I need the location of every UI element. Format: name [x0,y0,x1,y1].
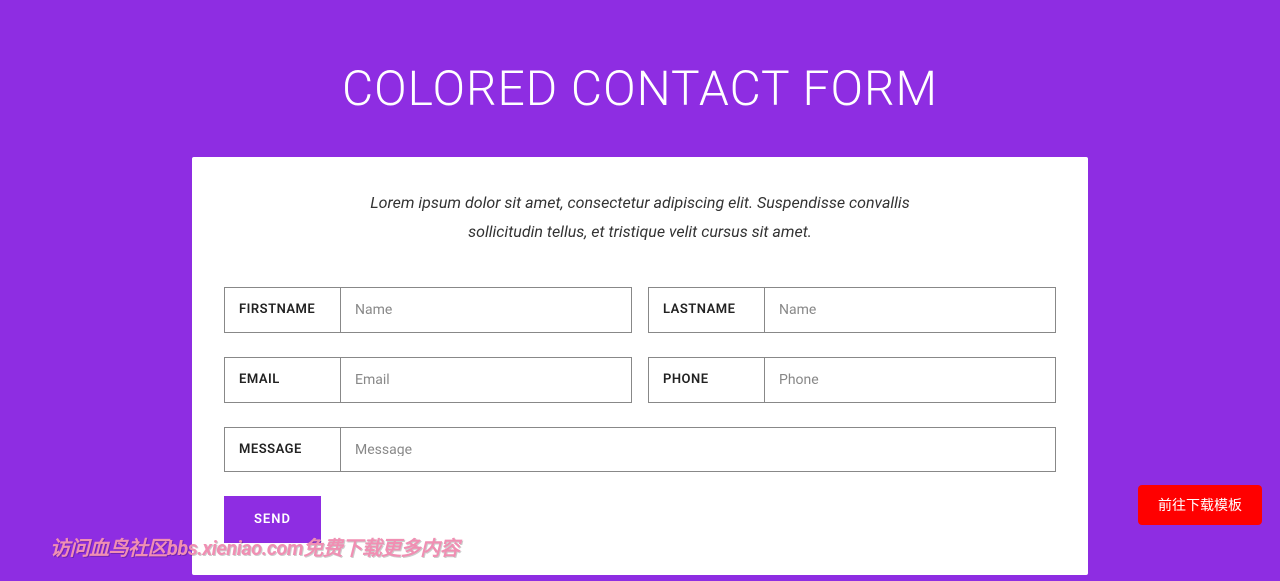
phone-input[interactable] [765,358,1055,402]
lastname-input[interactable] [765,288,1055,332]
firstname-input[interactable] [341,288,631,332]
firstname-group: FIRSTNAME [224,287,632,333]
form-row-3: MESSAGE [224,427,1056,472]
message-group: MESSAGE [224,427,1056,472]
phone-label: PHONE [649,358,765,402]
download-template-button[interactable]: 前往下载模板 [1138,485,1262,525]
form-row-2: EMAIL PHONE [224,357,1056,403]
intro-text: Lorem ipsum dolor sit amet, consectetur … [350,189,930,247]
watermark-text: 访问血鸟社区bbs.xieniao.com免费下载更多内容 [50,532,459,561]
form-row-1: FIRSTNAME LASTNAME [224,287,1056,333]
message-input[interactable] [341,428,1055,456]
contact-card: Lorem ipsum dolor sit amet, consectetur … [192,157,1088,575]
firstname-label: FIRSTNAME [225,288,341,332]
phone-group: PHONE [648,357,1056,403]
lastname-label: LASTNAME [649,288,765,332]
email-input[interactable] [341,358,631,402]
lastname-group: LASTNAME [648,287,1056,333]
page-title: COLORED CONTACT FORM [0,0,1280,157]
email-label: EMAIL [225,358,341,402]
message-label: MESSAGE [225,428,341,471]
email-group: EMAIL [224,357,632,403]
